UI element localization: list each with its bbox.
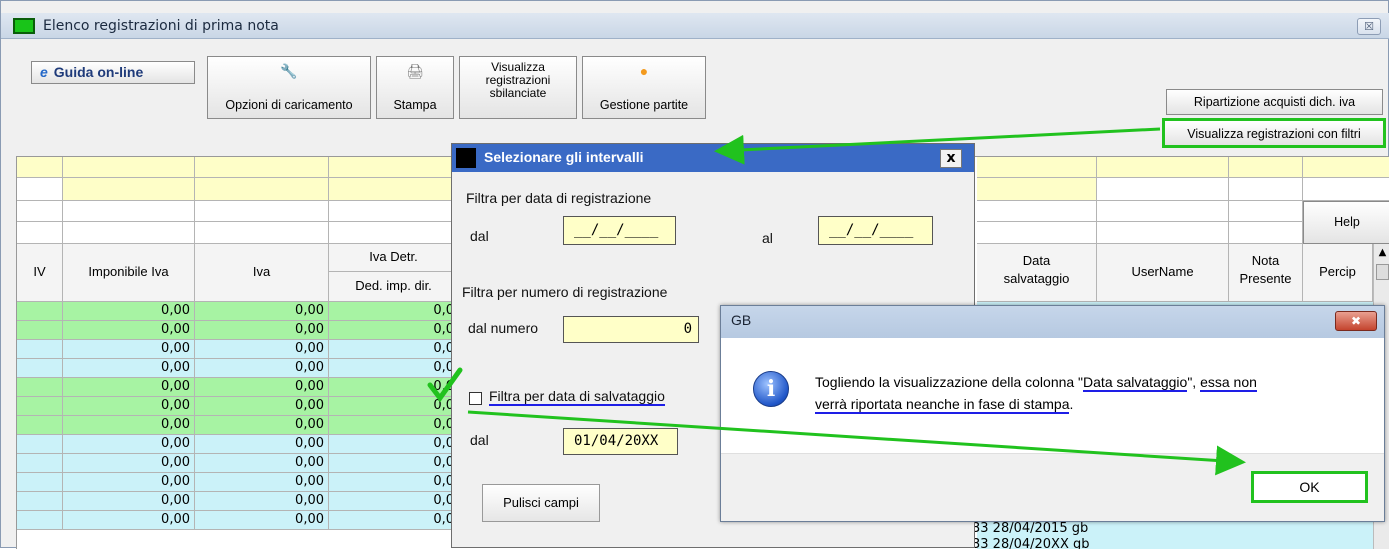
arrow-to-dialog xyxy=(714,127,1161,165)
check-icon xyxy=(427,367,463,403)
annotation-overlay xyxy=(427,127,1246,476)
arrow-to-ok xyxy=(467,410,1246,476)
